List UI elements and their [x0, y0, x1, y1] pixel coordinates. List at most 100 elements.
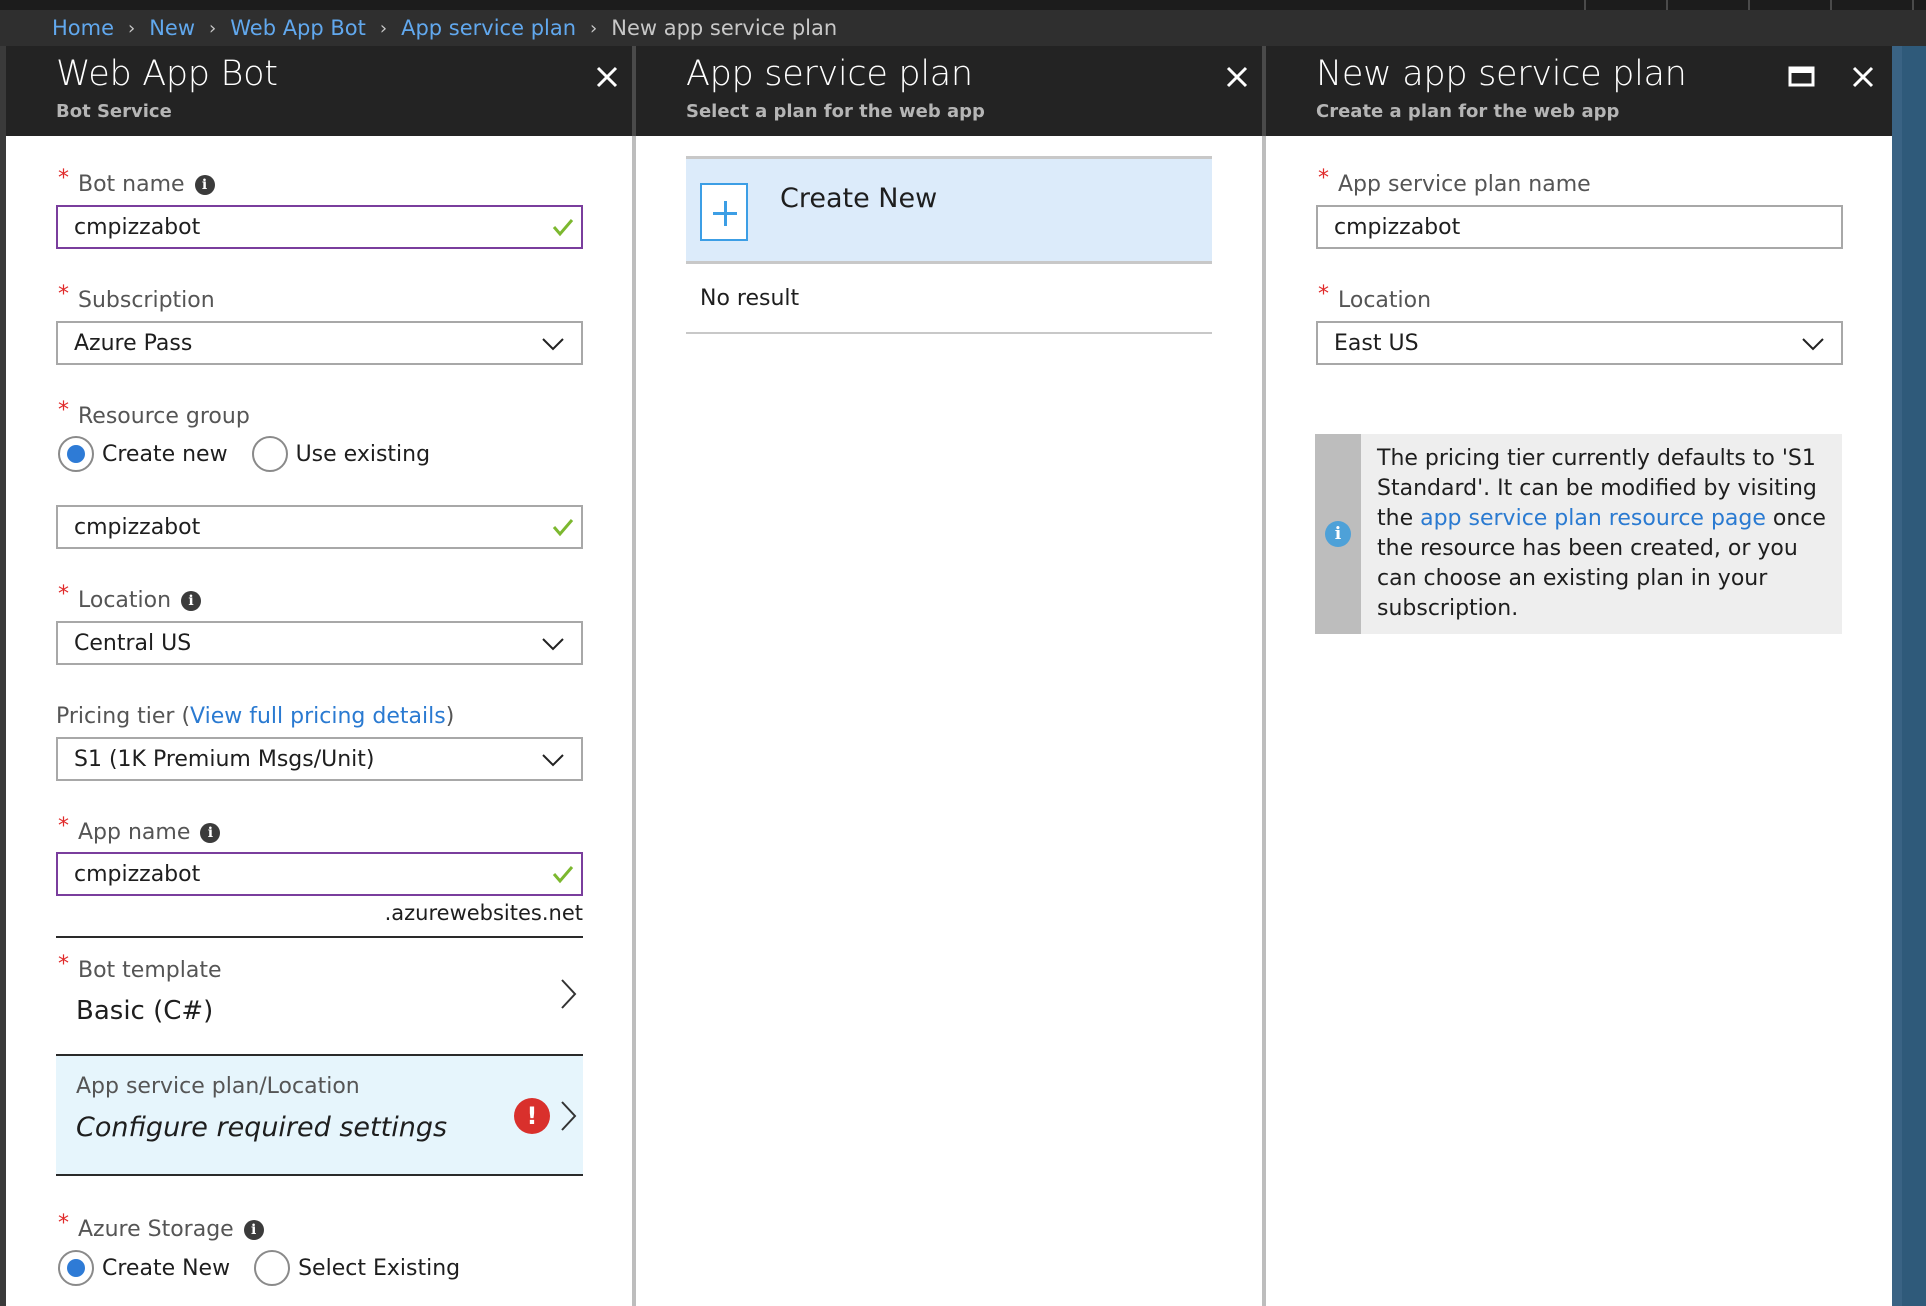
close-button[interactable] — [590, 60, 624, 94]
portal-background-strip — [1892, 46, 1926, 1306]
close-icon — [1852, 66, 1874, 88]
subscription-label: * Subscription — [58, 282, 215, 313]
error-icon: ! — [514, 1098, 550, 1134]
close-icon — [596, 66, 618, 88]
checkmark-icon — [552, 866, 574, 884]
radio-use-existing[interactable]: Use existing — [251, 436, 430, 472]
required-asterisk: * — [58, 166, 69, 191]
chevron-right-icon: › — [128, 17, 136, 39]
divider — [56, 1174, 583, 1176]
new-app-service-plan-blade: New app service plan Create a plan for t… — [1266, 46, 1892, 1306]
required-asterisk: * — [58, 282, 69, 307]
blade-subtitle: Bot Service — [56, 101, 172, 122]
maximize-icon — [1788, 66, 1815, 87]
subscription-select[interactable]: Azure Pass — [56, 321, 583, 365]
chevron-right-icon: › — [590, 17, 598, 39]
location-select[interactable]: Central US — [56, 621, 583, 665]
radio-select-existing-storage[interactable]: Select Existing — [254, 1250, 460, 1286]
info-icon[interactable]: i — [200, 822, 221, 843]
radio-button-selected[interactable] — [58, 1250, 94, 1286]
radio-create-new-storage[interactable]: Create New — [58, 1250, 230, 1286]
radio-button-selected[interactable] — [58, 436, 94, 472]
bot-name-label: * Bot name i — [58, 166, 215, 197]
top-bar-separator — [1912, 0, 1914, 10]
app-name-label: * App name i — [58, 814, 221, 845]
bot-template-selector[interactable]: * Bot template Basic (C#) — [56, 938, 583, 1054]
app-service-plan-selector[interactable]: App service plan/Location Configure requ… — [56, 1056, 583, 1174]
create-new-plan-button[interactable]: Create New — [686, 156, 1212, 264]
breadcrumb-web-app-bot[interactable]: Web App Bot — [230, 16, 366, 40]
maximize-button[interactable] — [1785, 60, 1819, 94]
resource-group-label: * Resource group — [58, 398, 250, 429]
resource-group-radio-group: Create new Use existing — [58, 436, 454, 472]
bot-template-value: Basic (C#) — [76, 996, 214, 1026]
close-icon — [1226, 66, 1248, 88]
app-service-plan-blade: App service plan Select a plan for the w… — [636, 46, 1262, 1306]
bot-name-input[interactable]: cmpizzabot — [56, 205, 583, 249]
plus-icon — [700, 183, 748, 241]
app-service-plan-status-text: Configure required settings — [76, 1112, 448, 1143]
breadcrumb-current: New app service plan — [611, 16, 838, 40]
required-asterisk: * — [1318, 166, 1329, 191]
azure-storage-label: * Azure Storage i — [58, 1211, 264, 1242]
pricing-tier-label: Pricing tier (View full pricing details) — [56, 704, 455, 729]
app-name-input[interactable]: cmpizzabot — [56, 852, 583, 896]
chevron-right-icon: › — [209, 17, 217, 39]
radio-button[interactable] — [254, 1250, 291, 1286]
blade-subtitle: Create a plan for the web app — [1316, 101, 1620, 122]
plan-location-select[interactable]: East US — [1316, 321, 1843, 365]
plan-location-label: * Location — [1318, 282, 1432, 313]
close-button[interactable] — [1846, 60, 1880, 94]
blade-title: New app service plan — [1316, 54, 1687, 94]
radio-button[interactable] — [251, 436, 288, 472]
plan-name-input[interactable]: cmpizzabot — [1316, 205, 1843, 249]
web-app-bot-blade: Web App Bot Bot Service * Bot name i cmp… — [6, 46, 632, 1306]
app-name-domain-suffix: .azurewebsites.net — [384, 901, 583, 925]
required-asterisk: * — [58, 398, 69, 423]
blade-title: Web App Bot — [56, 54, 278, 94]
chevron-down-icon — [1802, 338, 1824, 351]
top-bar-separator — [1584, 0, 1586, 10]
chevron-right-icon — [561, 1101, 577, 1131]
breadcrumb-home[interactable]: Home — [52, 16, 114, 40]
close-button[interactable] — [1220, 60, 1254, 94]
create-new-label: Create New — [780, 183, 938, 214]
blade-subtitle: Select a plan for the web app — [686, 101, 985, 122]
plan-name-label: * App service plan name — [1318, 166, 1591, 197]
divider — [686, 332, 1212, 334]
top-bar-separator — [1748, 0, 1750, 10]
blade-title: App service plan — [686, 54, 973, 94]
breadcrumb: Home › New › Web App Bot › App service p… — [0, 10, 1926, 46]
pricing-tier-select[interactable]: S1 (1K Premium Msgs/Unit) — [56, 737, 583, 781]
app-service-plan-label: App service plan/Location — [76, 1074, 360, 1099]
azure-storage-radio-group: Create New Select Existing — [58, 1250, 484, 1286]
blade-header: App service plan Select a plan for the w… — [636, 46, 1262, 136]
chevron-down-icon — [542, 754, 564, 767]
blade-header: New app service plan Create a plan for t… — [1266, 46, 1892, 136]
resource-group-input[interactable]: cmpizzabot — [56, 505, 583, 549]
required-asterisk: * — [1318, 282, 1329, 307]
info-icon[interactable]: i — [181, 590, 202, 611]
view-pricing-details-link[interactable]: View full pricing details — [190, 704, 446, 729]
radio-create-new[interactable]: Create new — [58, 436, 228, 472]
no-result-text: No result — [700, 286, 800, 311]
pricing-info-box: i The pricing tier currently defaults to… — [1315, 434, 1842, 634]
breadcrumb-app-service-plan[interactable]: App service plan — [401, 16, 576, 40]
info-icon: i — [1325, 521, 1351, 547]
info-icon[interactable]: i — [194, 174, 215, 195]
required-asterisk: * — [58, 952, 69, 977]
required-asterisk: * — [58, 1211, 69, 1236]
required-asterisk: * — [58, 582, 69, 607]
chevron-right-icon: › — [379, 17, 388, 39]
info-icon[interactable]: i — [243, 1219, 264, 1240]
checkmark-icon — [552, 519, 574, 537]
location-label: * Location i — [58, 582, 202, 613]
top-bar-separator — [1666, 0, 1668, 10]
app-service-plan-resource-page-link[interactable]: app service plan resource page — [1420, 506, 1766, 531]
bot-template-label: * Bot template — [58, 952, 222, 983]
chevron-right-icon — [561, 979, 577, 1009]
pricing-info-text: The pricing tier currently defaults to '… — [1377, 446, 1826, 621]
checkmark-icon — [552, 219, 574, 237]
breadcrumb-new[interactable]: New — [149, 16, 195, 40]
chevron-down-icon — [542, 638, 564, 651]
